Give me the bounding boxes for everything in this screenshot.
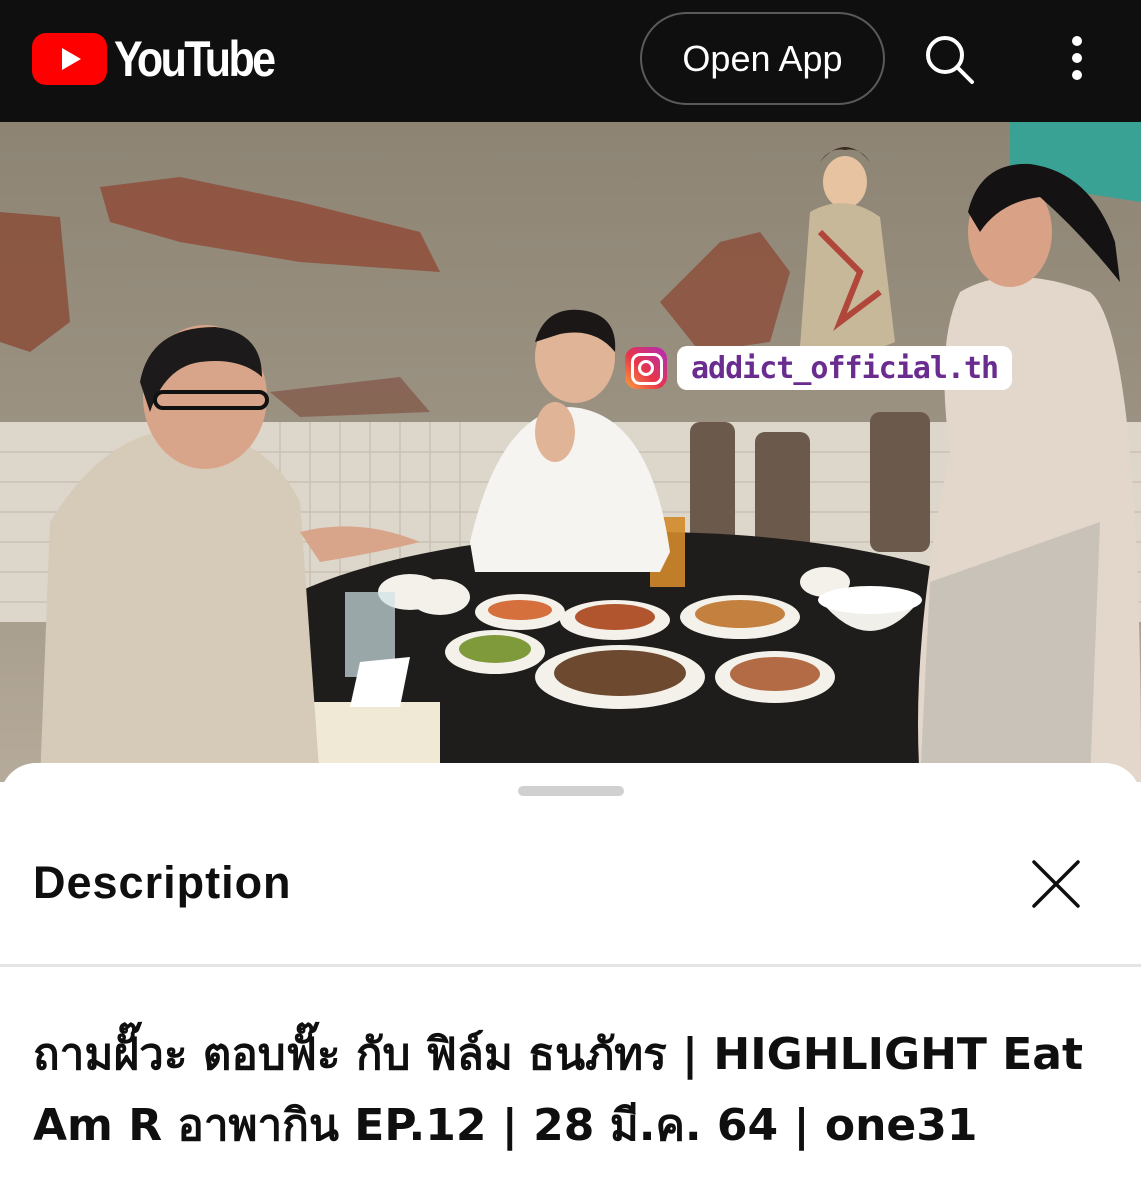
watermark-handle: addict_official.th (677, 346, 1013, 390)
close-icon[interactable] (1022, 850, 1090, 918)
youtube-play-icon (32, 33, 107, 85)
video-player[interactable]: addict_official.th (0, 122, 1141, 782)
sheet-title: Description (33, 857, 292, 908)
sheet-drag-handle[interactable] (518, 786, 624, 796)
youtube-logo[interactable]: YouTube (32, 33, 299, 85)
more-vertical-icon[interactable] (1056, 30, 1098, 90)
brand-name: YouTube (114, 31, 276, 87)
top-app-bar: YouTube Open App (0, 0, 1141, 122)
description-sheet: Description ถามฝั๊วะ ตอบฟั๊ะ กับ ฟิล์ม ธ… (0, 763, 1141, 1200)
search-icon[interactable] (920, 30, 980, 90)
divider (0, 964, 1141, 967)
instagram-icon (625, 347, 667, 389)
video-frame-image (0, 122, 1141, 782)
video-watermark: addict_official.th (625, 344, 1013, 392)
open-app-button[interactable]: Open App (640, 12, 885, 105)
video-title: ถามฝั๊วะ ตอบฟั๊ะ กับ ฟิล์ม ธนภัทร | HIGH… (33, 1029, 1084, 1151)
